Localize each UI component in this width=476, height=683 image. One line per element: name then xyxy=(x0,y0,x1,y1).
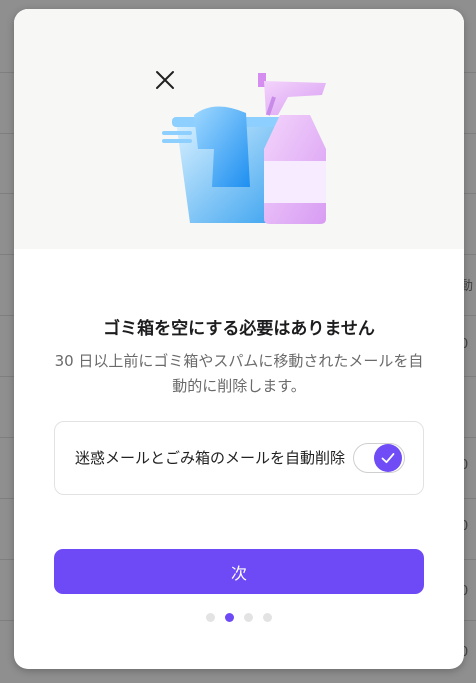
checkmark-icon xyxy=(381,453,395,464)
dialog-title: ゴミ箱を空にする必要はありません xyxy=(103,319,375,339)
auto-delete-toggle[interactable] xyxy=(353,443,405,473)
dialog-description: 30 日以上前にゴミ箱やスパムに移動されたメールを自動的に削除します。 xyxy=(54,352,424,395)
page-dot-4[interactable] xyxy=(263,613,272,622)
page-dot-2[interactable] xyxy=(225,613,234,622)
close-icon[interactable] xyxy=(154,69,176,91)
auto-delete-setting-card: 迷惑メールとごみ箱のメールを自動削除 xyxy=(54,421,424,495)
page-dot-1[interactable] xyxy=(206,613,215,622)
cleaning-illustration xyxy=(162,73,326,224)
onboarding-dialog: ゴミ箱を空にする必要はありません 30 日以上前にゴミ箱やスパムに移動されたメー… xyxy=(14,9,464,669)
page-dot-3[interactable] xyxy=(244,613,253,622)
next-button[interactable]: 次 xyxy=(54,549,424,594)
auto-delete-label: 迷惑メールとごみ箱のメールを自動削除 xyxy=(75,449,346,467)
toggle-knob xyxy=(374,444,402,472)
hero-section xyxy=(14,9,464,249)
